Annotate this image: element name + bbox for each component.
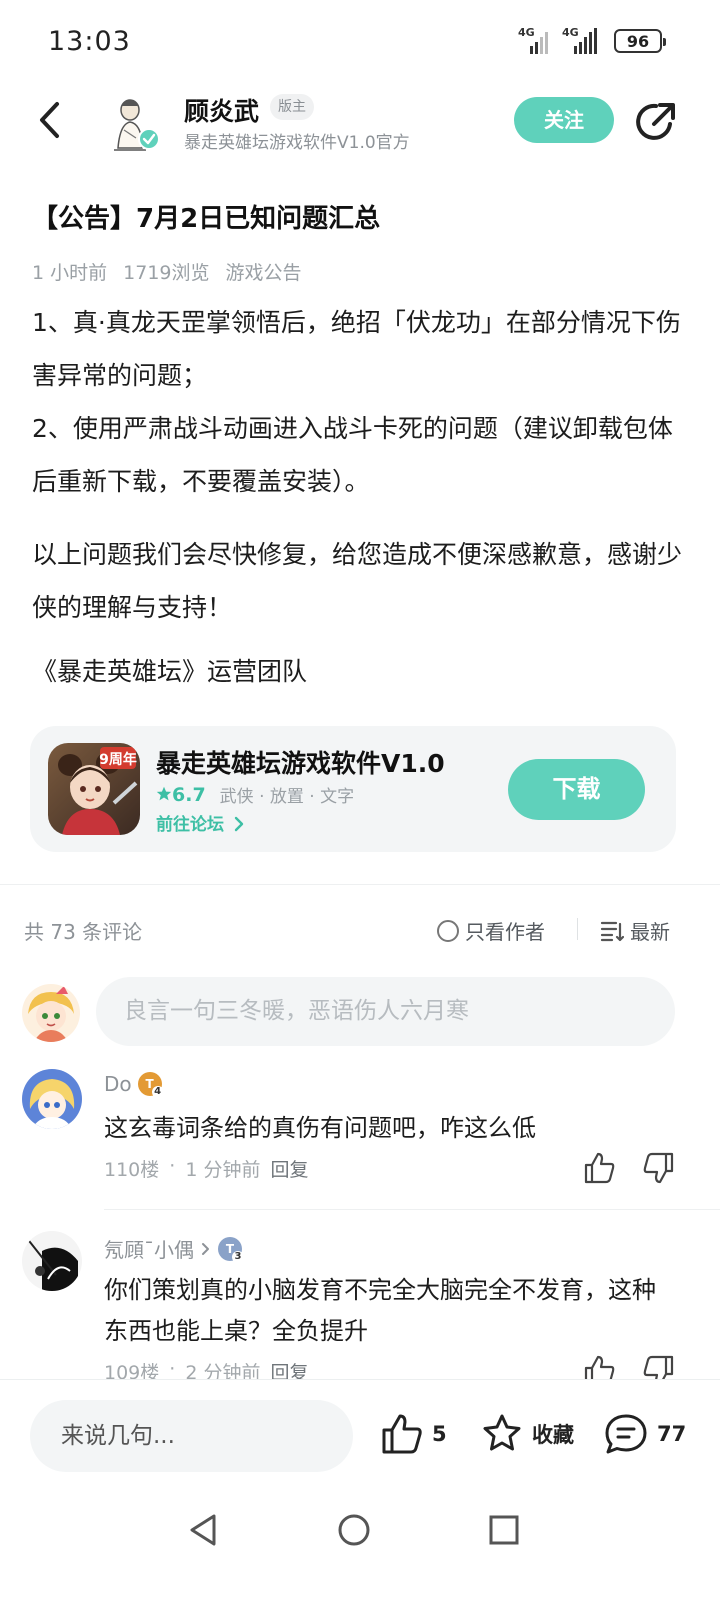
author-name[interactable]: 顾炎武 [184,92,259,128]
thumbs-up-icon [584,1152,615,1184]
follow-button[interactable]: 关注 [514,97,614,143]
my-avatar[interactable] [22,984,80,1042]
post-title: 【公告】7月2日已知问题汇总 [32,204,381,234]
section-divider [0,884,720,885]
commenter-avatar[interactable] [22,1069,82,1129]
game-name[interactable]: 暴走英雄坛游戏软件V1.0 [156,744,445,780]
back-button[interactable] [30,98,74,142]
author-avatar[interactable] [110,94,162,152]
author-subtitle: 暴走英雄坛游戏软件V1.0官方 [184,133,410,153]
comment-dislike-button[interactable] [641,1151,675,1185]
comment-input[interactable]: 良言一句三冬暖，恶语伤人六月寒 [96,977,675,1046]
game-tags: 武侠 · 放置 · 文字 [219,787,355,807]
share-button[interactable] [634,100,678,144]
comment-count: 共 73 条评论 [24,920,143,944]
chevron-right-icon [202,1242,209,1255]
chevron-left-icon [40,102,59,138]
square-recents-icon [489,1515,519,1545]
post-views: 1719浏览 [123,262,210,284]
post-category[interactable]: 游戏公告 [226,258,302,285]
level-badge-icon: T4 [137,1072,164,1098]
game-rating: 6.7 武侠 · 放置 · 文字 [156,782,354,807]
comment-meta: 110楼 · 1 分钟前 回复 [104,1155,309,1182]
nav-home-button[interactable] [334,1510,374,1550]
reply-input[interactable]: 来说几句... [30,1400,353,1472]
post-paragraph: 1、真·真龙天罡掌领悟后，绝招「伏龙功」在部分情况下伤害异常的问题； [32,308,681,390]
comments-button[interactable]: 77 [603,1412,686,1456]
game-score: 6.7 [156,784,206,806]
signal-icon: 4G [562,26,604,54]
star-icon [156,786,172,800]
thumbs-up-icon [382,1414,422,1454]
commenter-avatar[interactable] [22,1231,82,1291]
comment-icon [605,1414,647,1454]
chevron-right-icon [234,816,244,832]
comment-time: 1 分钟前 [185,1159,261,1181]
radio-icon [437,919,459,942]
triangle-back-icon [190,1514,216,1546]
star-icon [483,1414,521,1451]
commenter-name[interactable]: 氖頋ˉ小偶 T3 [104,1234,244,1263]
verified-icon [138,128,160,150]
moderator-badge: 版主 [270,94,314,120]
comment-text: 这玄毒词条给的真伤有问题吧，咋这么低 [104,1114,536,1142]
commenter-name[interactable]: Do T4 [104,1072,164,1098]
separator [577,918,578,940]
post-paragraph: 2、使用严肃战斗动画进入战斗卡死的问题（建议卸载包体后重新下载，不要覆盖安装）。 [32,414,673,496]
comment-like-button[interactable] [583,1151,617,1185]
post-signature: 《暴走英雄坛》运营团队 [32,657,308,686]
download-button[interactable]: 下载 [508,759,645,820]
author-only-toggle[interactable]: 只看作者 [437,916,545,945]
nav-recents-button[interactable] [484,1510,524,1550]
post-time: 1 小时前 [32,262,108,284]
thumbs-down-icon [643,1152,674,1184]
comment-text: 你们策划真的小脑发育不完全大脑完全不发育，这种东西也能上桌？全负提升 [104,1276,656,1345]
svg-text:9周年: 9周年 [99,751,137,768]
like-button[interactable]: 5 [380,1412,447,1456]
post-body: 1、真·真龙天罡掌领悟后，绝招「伏龙功」在部分情况下伤害异常的问题； 2、使用严… [32,296,682,634]
status-time: 13:03 [48,26,131,57]
forum-link[interactable]: 前往论坛 [156,810,246,835]
level-badge-icon: T3 [218,1236,244,1263]
game-icon[interactable]: 9周年 [48,743,140,835]
favorite-button[interactable]: 收藏 [480,1412,574,1456]
reply-button[interactable]: 回复 [270,1155,308,1182]
sort-button[interactable]: 最新 [600,916,670,945]
signal-icon: 4G [518,26,552,54]
favorite-label: 收藏 [532,1423,574,1447]
sort-icon [600,921,624,941]
battery-icon: 96 [614,29,666,53]
status-icons: 4G 4G 96 [518,26,666,54]
nav-back-button[interactable] [184,1510,224,1550]
post-meta: 1 小时前 1719浏览 游戏公告 [32,258,302,285]
comments-total: 77 [657,1422,687,1446]
like-count: 5 [432,1422,447,1446]
comment-divider [104,1209,720,1210]
comment-floor: 110楼 [104,1159,160,1181]
post-paragraph: 以上问题我们会尽快修复，给您造成不便深感歉意，感谢少侠的理解与支持！ [32,540,683,622]
share-icon [636,103,675,140]
circle-home-icon [338,1514,370,1546]
